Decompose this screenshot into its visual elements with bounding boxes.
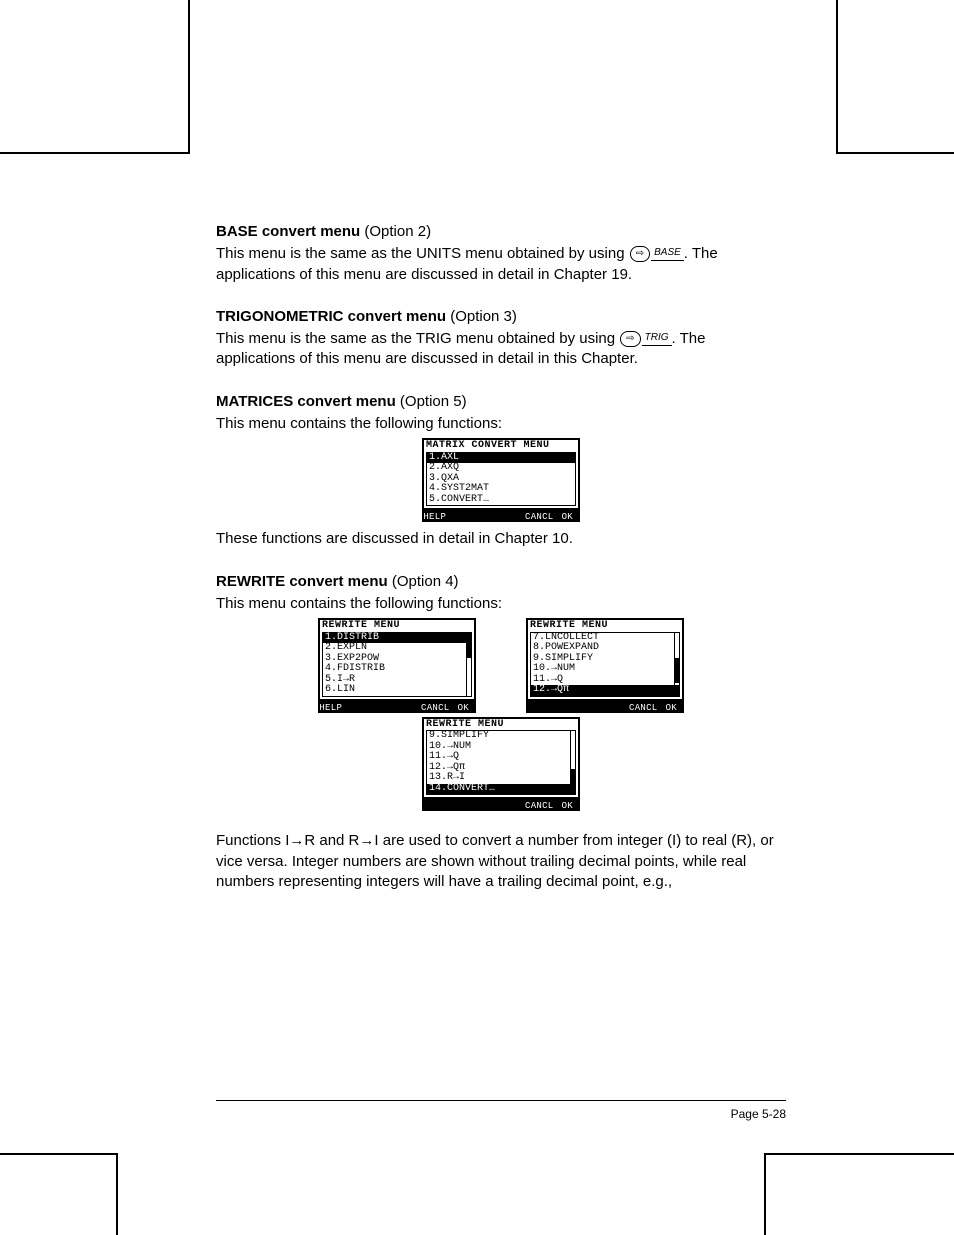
softkey [448, 510, 474, 522]
softkey [577, 701, 603, 713]
cropmark [836, 152, 954, 154]
softkey: OK [555, 510, 581, 522]
softkey [422, 799, 448, 811]
scrollbar [466, 633, 471, 696]
menu-item: 5.CONVERT… [427, 495, 575, 506]
softkey-row: HELP CANCL OK [318, 701, 476, 713]
menu-item: 9.SIMPLIFY [427, 731, 575, 742]
softkey: HELP [318, 701, 344, 713]
calc-screenshot-rewrite-2: REWRITE MENU 7.LNCOLLECT 8.POWEXPAND 9.S… [526, 618, 684, 713]
rightshift-key-icon: ⇨ [620, 331, 640, 347]
section-body: This menu contains the following functio… [216, 414, 786, 434]
section-after: These functions are discussed in detail … [216, 529, 786, 549]
softkey [473, 510, 499, 522]
calc-menu-list: 7.LNCOLLECT 8.POWEXPAND 9.SIMPLIFY 10.→N… [530, 632, 680, 697]
softkey [473, 799, 499, 811]
menu-item: 2.AXQ [427, 463, 575, 474]
cropmark [0, 152, 190, 154]
heading-option: (Option 3) [446, 308, 517, 325]
body-text: This menu is the same as the TRIG menu o… [216, 330, 619, 347]
section-heading: BASE convert menu (Option 2) [216, 222, 786, 242]
calc-menu-list: 9.SIMPLIFY 10.→NUM 11.→Q 12.→Qπ 13.R→I 1… [426, 730, 576, 795]
softkey: CANCL [524, 510, 555, 522]
cropmark [188, 0, 190, 154]
cropmark [116, 1153, 118, 1235]
cropmark [0, 1153, 118, 1155]
softkey-row: CANCL OK [422, 799, 580, 811]
menu-item: 8.POWEXPAND [531, 643, 679, 654]
calc-screenshot-rewrite-3: REWRITE MENU 9.SIMPLIFY 10.→NUM 11.→Q 12… [422, 717, 580, 812]
section-body: This menu is the same as the TRIG menu o… [216, 329, 786, 370]
calc-title: REWRITE MENU [424, 719, 578, 731]
body-text: This menu is the same as the UNITS menu … [216, 245, 629, 262]
softkey-row: HELP CANCL OK [422, 510, 580, 522]
softkey: OK [451, 701, 477, 713]
section-heading: MATRICES convert menu (Option 5) [216, 392, 786, 412]
menu-item: 2.EXPLN [323, 643, 471, 654]
page-number: Page 5-28 [731, 1106, 786, 1122]
scrollbar [674, 633, 679, 696]
heading-text: MATRICES convert menu [216, 393, 396, 410]
calc-title: MATRIX CONVERT MENU [424, 440, 578, 452]
softkey: OK [659, 701, 685, 713]
softkey [526, 701, 552, 713]
key-label: BASE [651, 247, 684, 261]
calc-title: REWRITE MENU [320, 620, 474, 632]
softkey [499, 799, 525, 811]
section-heading: TRIGONOMETRIC convert menu (Option 3) [216, 307, 786, 327]
section-after: Functions I→R and R→I are used to conver… [216, 831, 786, 892]
scrollbar-thumb [571, 769, 575, 794]
softkey: HELP [422, 510, 448, 522]
menu-item: 10.→NUM [531, 664, 679, 675]
calc-screenshot-rewrite-1: REWRITE MENU 1.DISTRIB 2.EXPLN 3.EXP2POW… [318, 618, 476, 713]
softkey [603, 701, 629, 713]
calc-screenshot-matrices: MATRIX CONVERT MENU 1.AXL 2.AXQ 3.QXA 4.… [422, 438, 580, 522]
menu-item: 4.SYST2MAT [427, 484, 575, 495]
menu-item: 14.CONVERT… [427, 784, 575, 795]
scrollbar-thumb [675, 658, 679, 683]
section-matrices: MATRICES convert menu (Option 5) This me… [216, 392, 786, 550]
scrollbar-thumb [467, 633, 471, 658]
calc-title: REWRITE MENU [528, 620, 682, 632]
content-column: BASE convert menu (Option 2) This menu i… [216, 222, 786, 914]
heading-option: (Option 2) [360, 223, 431, 240]
menu-item: 6.LIN [323, 685, 471, 696]
softkey: CANCL [524, 799, 555, 811]
section-heading: REWRITE convert menu (Option 4) [216, 572, 786, 592]
calc-menu-list: 1.DISTRIB 2.EXPLN 3.EXP2POW 4.FDISTRIB 5… [322, 632, 472, 697]
section-rewrite: REWRITE convert menu (Option 4) This men… [216, 572, 786, 893]
softkey [395, 701, 421, 713]
menu-item: 13.R→I [427, 773, 575, 784]
section-trig: TRIGONOMETRIC convert menu (Option 3) Th… [216, 307, 786, 370]
section-base: BASE convert menu (Option 2) This menu i… [216, 222, 786, 285]
heading-text: REWRITE convert menu [216, 573, 388, 590]
softkey: CANCL [420, 701, 451, 713]
softkey [369, 701, 395, 713]
heading-text: BASE convert menu [216, 223, 360, 240]
key-label: TRIG [642, 332, 672, 346]
heading-option: (Option 5) [396, 393, 467, 410]
section-body: This menu is the same as the UNITS menu … [216, 244, 786, 285]
softkey [448, 799, 474, 811]
scrollbar [570, 731, 575, 794]
footer-rule [216, 1100, 786, 1101]
rightshift-key-icon: ⇨ [630, 246, 650, 262]
menu-item: 11.→Q [427, 752, 575, 763]
softkey: CANCL [628, 701, 659, 713]
cropmark [836, 0, 838, 154]
heading-option: (Option 4) [388, 573, 459, 590]
softkey [552, 701, 578, 713]
menu-item: 12.→Qπ [531, 685, 679, 696]
softkey: OK [555, 799, 581, 811]
calc-menu-list: 1.AXL 2.AXQ 3.QXA 4.SYST2MAT 5.CONVERT… [426, 452, 576, 507]
heading-text: TRIGONOMETRIC convert menu [216, 308, 446, 325]
menu-item: 4.FDISTRIB [323, 664, 471, 675]
cropmark [764, 1153, 766, 1235]
softkey-row: CANCL OK [526, 701, 684, 713]
cropmark [764, 1153, 954, 1155]
softkey [344, 701, 370, 713]
section-body: This menu contains the following functio… [216, 594, 786, 614]
softkey [499, 510, 525, 522]
